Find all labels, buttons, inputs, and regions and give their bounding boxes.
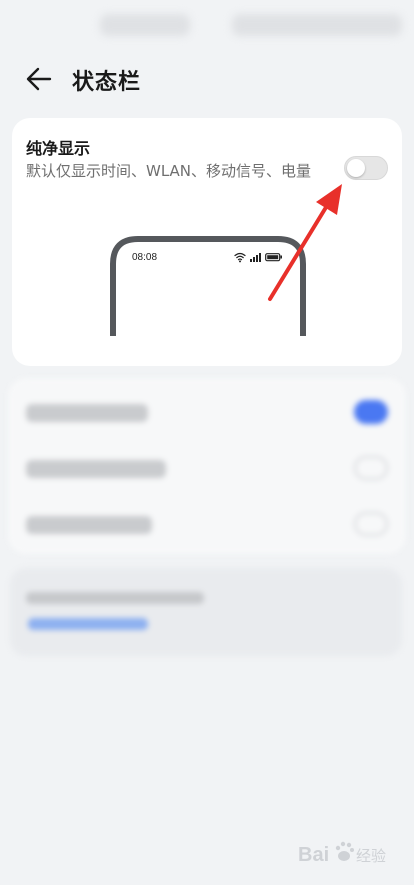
preview-time: 08:08 (132, 252, 158, 263)
page-header: 状态栏 (0, 56, 414, 100)
blurred-toggle-on (354, 400, 388, 424)
blurred-list-item (26, 404, 148, 422)
baidu-jingyan-logo: Bai 经验 (298, 841, 386, 866)
blurred-list-item (26, 516, 152, 534)
blurred-info-card (10, 568, 402, 656)
arrow-left-icon (26, 67, 52, 91)
status-bar-settings-page: 状态栏 纯净显示 默认仅显示时间、WLAN、移动信号、电量 08:08 Bai … (0, 0, 414, 885)
blurred-toggle-off (354, 456, 388, 480)
blurred-info-link (28, 618, 148, 630)
blurred-info-text (26, 592, 204, 604)
pure-display-title: 纯净显示 (26, 139, 91, 158)
blurred-toggle-off (354, 512, 388, 536)
back-button[interactable] (22, 62, 56, 96)
wifi-icon (234, 252, 246, 263)
system-status-bar (0, 0, 414, 44)
blurred-list-item (26, 460, 166, 478)
page-title: 状态栏 (72, 70, 142, 95)
signal-icon (250, 253, 261, 262)
toggle-knob (347, 159, 365, 177)
status-bar-blur-left (100, 14, 190, 36)
svg-text:Bai: Bai (298, 844, 329, 866)
status-bar-blur-right (232, 14, 402, 36)
svg-text:经验: 经验 (356, 847, 386, 865)
blurred-settings-list (8, 378, 406, 554)
red-arrow-icon (268, 184, 342, 301)
